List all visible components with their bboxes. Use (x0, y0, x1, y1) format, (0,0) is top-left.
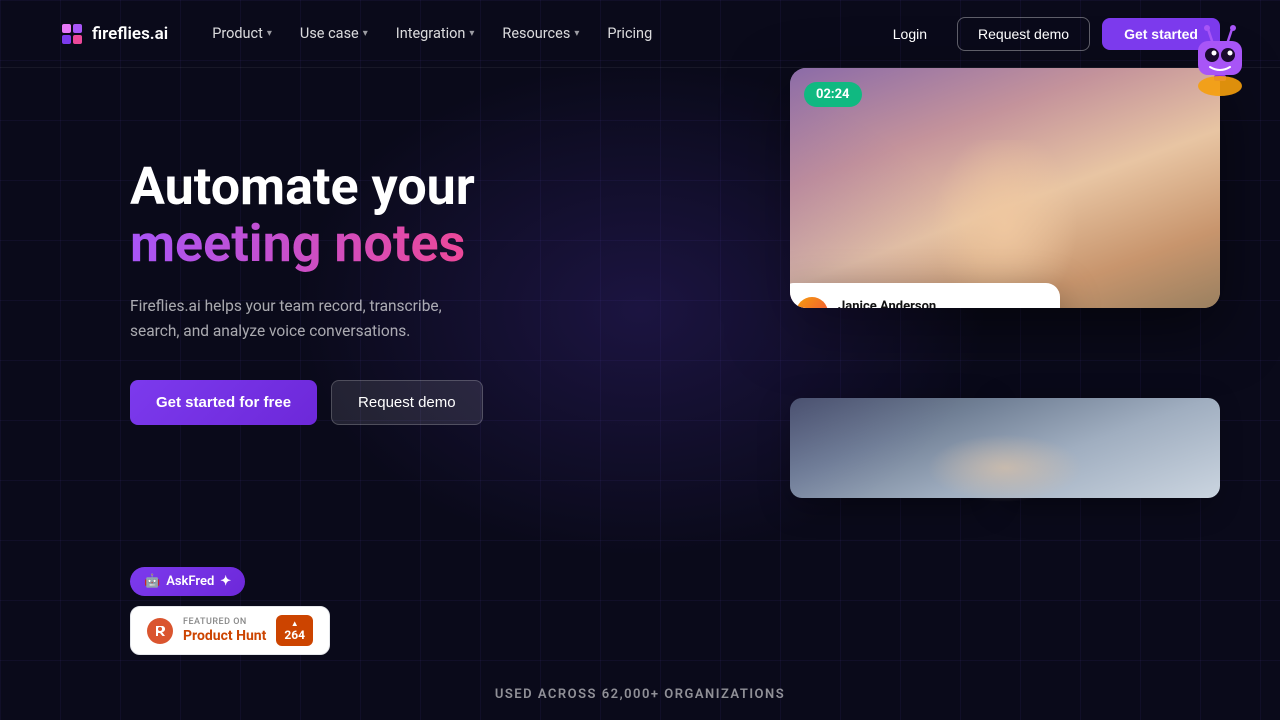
chat-avatar: JA (796, 297, 828, 309)
chevron-down-icon: ▾ (574, 28, 579, 39)
nav-resources[interactable]: Resources ▾ (490, 19, 591, 48)
nav-usecase[interactable]: Use case ▾ (288, 19, 380, 48)
askfred-label: AskFred (166, 574, 214, 589)
chat-name: Janice Anderson (838, 299, 936, 309)
logo-text: fireflies.ai (92, 24, 168, 44)
headline-line1: Automate your (130, 156, 475, 217)
ph-logo-icon (147, 618, 173, 644)
ph-title: Product Hunt (183, 628, 266, 644)
logo[interactable]: fireflies.ai (60, 22, 168, 46)
chevron-down-icon: ▾ (267, 28, 272, 39)
ph-score-value: 264 (284, 628, 305, 642)
nav-left: fireflies.ai Product ▾ Use case ▾ Integr… (60, 19, 664, 48)
main-content: Automate your meeting notes Fireflies.ai… (0, 68, 1280, 425)
chat-header: JA Janice Anderson 1:21 (796, 297, 1044, 309)
chat-user-info: Janice Anderson 1:21 (838, 299, 936, 309)
robot-mascot (1180, 23, 1260, 103)
navigation: fireflies.ai Product ▾ Use case ▾ Integr… (0, 0, 1280, 68)
get-started-free-button[interactable]: Get started for free (130, 380, 317, 425)
nav-integration[interactable]: Integration ▾ (384, 19, 487, 48)
footer-text: USED ACROSS 62,000+ ORGANIZATIONS (495, 687, 785, 702)
request-demo-button-nav[interactable]: Request demo (957, 17, 1090, 51)
headline: Automate your meeting notes (130, 158, 590, 272)
robot-icon: 🤖 (144, 574, 160, 589)
chevron-down-icon: ▾ (469, 28, 474, 39)
ph-upvote-icon: ▲ (291, 619, 299, 628)
request-demo-button-hero[interactable]: Request demo (331, 380, 483, 425)
nav-pricing[interactable]: Pricing (595, 19, 664, 48)
ph-text: FEATURED ON Product Hunt (183, 617, 266, 644)
nav-product[interactable]: Product ▾ (200, 19, 284, 48)
hero-buttons: Get started for free Request demo (130, 380, 590, 425)
badges-section: 🤖 AskFred ✦ FEATURED ON Product Hunt ▲ 2… (130, 567, 330, 655)
nav-right: Login Request demo Get started (875, 17, 1220, 51)
chevron-down-icon: ▾ (363, 28, 368, 39)
ph-score-badge: ▲ 264 (276, 615, 313, 646)
product-hunt-badge[interactable]: FEATURED ON Product Hunt ▲ 264 (130, 606, 330, 655)
sparkle-icon: ✦ (220, 574, 231, 589)
footer-organizations: USED ACROSS 62,000+ ORGANIZATIONS (0, 687, 1280, 702)
login-button[interactable]: Login (875, 18, 945, 50)
nav-links: Product ▾ Use case ▾ Integration ▾ Resou… (200, 19, 664, 48)
chat-bubble: JA Janice Anderson 1:21 I'll send out th… (790, 283, 1060, 309)
headline-line2: meeting notes (130, 213, 465, 274)
hero-section: Automate your meeting notes Fireflies.ai… (130, 128, 590, 425)
logo-icon (60, 22, 84, 46)
ph-featured-label: FEATURED ON (183, 617, 266, 627)
askfred-badge[interactable]: 🤖 AskFred ✦ (130, 567, 245, 596)
hero-description: Fireflies.ai helps your team record, tra… (130, 294, 470, 344)
